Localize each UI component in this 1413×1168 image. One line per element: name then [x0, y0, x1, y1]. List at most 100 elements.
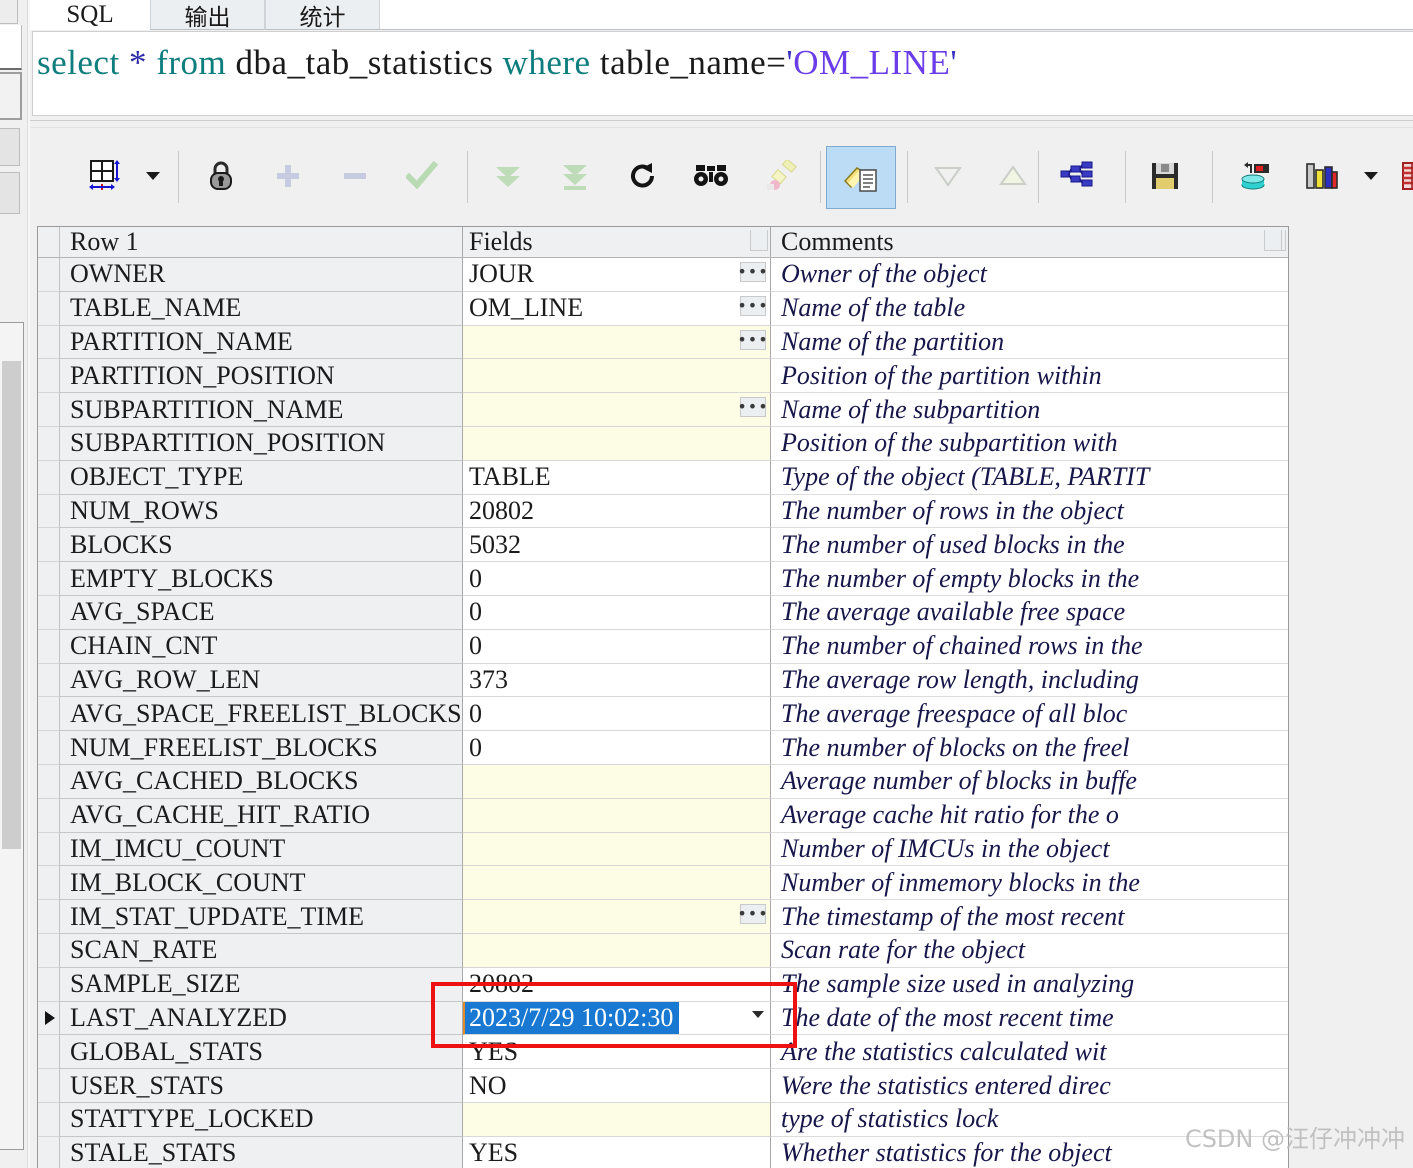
row-gutter[interactable]: [38, 461, 60, 495]
table-row[interactable]: STATTYPE_LOCKEDtype of statistics lock: [38, 1103, 1288, 1137]
scrollbar-thumb[interactable]: [2, 361, 21, 849]
row-gutter[interactable]: [38, 833, 60, 867]
save-floppy-icon[interactable]: [1140, 151, 1190, 201]
table-row[interactable]: PARTITION_POSITIONPosition of the partit…: [38, 359, 1288, 393]
row-gutter[interactable]: [38, 1069, 60, 1103]
field-value-cell[interactable]: OM_LINE•••: [463, 292, 771, 326]
table-row[interactable]: AVG_SPACE_FREELIST_BLOCKS0The average fr…: [38, 697, 1288, 731]
row-gutter[interactable]: [38, 427, 60, 461]
field-name-cell[interactable]: PARTITION_POSITION: [60, 359, 463, 393]
row-gutter[interactable]: [38, 731, 60, 765]
field-value-cell[interactable]: 5032: [463, 528, 771, 562]
table-row[interactable]: BLOCKS5032The number of used blocks in t…: [38, 528, 1288, 562]
row-gutter[interactable]: [38, 562, 60, 596]
field-name-cell[interactable]: TABLE_NAME: [60, 292, 463, 326]
field-name-cell[interactable]: SUBPARTITION_NAME: [60, 393, 463, 427]
tab-output[interactable]: 输出: [150, 0, 265, 30]
table-row[interactable]: EMPTY_BLOCKS0The number of empty blocks …: [38, 562, 1288, 596]
grid-layout-dropdown[interactable]: [145, 169, 161, 183]
field-value-cell[interactable]: 20802: [463, 495, 771, 529]
field-value-cell[interactable]: 0: [463, 630, 771, 664]
sql-editor[interactable]: select * from dba_tab_statistics where t…: [32, 31, 1413, 116]
table-row[interactable]: SUBPARTITION_POSITIONPosition of the sub…: [38, 427, 1288, 461]
field-value-cell[interactable]: TABLE: [463, 461, 771, 495]
cell-editor-ellipsis-button[interactable]: •••: [740, 904, 766, 924]
field-name-cell[interactable]: NUM_FREELIST_BLOCKS: [60, 731, 463, 765]
row-gutter[interactable]: [38, 765, 60, 799]
export-database-icon[interactable]: [1230, 151, 1280, 201]
row-gutter[interactable]: [38, 799, 60, 833]
table-row[interactable]: SAMPLE_SIZE20802The sample size used in …: [38, 968, 1288, 1002]
table-row[interactable]: IM_BLOCK_COUNTNumber of inmemory blocks …: [38, 866, 1288, 900]
field-value-cell[interactable]: •••: [463, 326, 771, 360]
column-header-fields[interactable]: Fields: [463, 227, 771, 257]
row-gutter[interactable]: [38, 528, 60, 562]
tab-sql[interactable]: SQL: [30, 0, 150, 30]
field-name-cell[interactable]: AVG_ROW_LEN: [60, 664, 463, 698]
table-row[interactable]: AVG_ROW_LEN373The average row length, in…: [38, 664, 1288, 698]
field-name-cell[interactable]: SAMPLE_SIZE: [60, 968, 463, 1002]
table-row[interactable]: PARTITION_NAME•••Name of the partition: [38, 326, 1288, 360]
left-vertical-scrollbar[interactable]: [0, 322, 24, 1150]
table-row[interactable]: OWNERJOUR•••Owner of the object: [38, 258, 1288, 292]
field-name-cell[interactable]: STATTYPE_LOCKED: [60, 1103, 463, 1137]
field-value-cell[interactable]: 2023/7/29 10:02:30: [463, 1002, 771, 1036]
row-gutter[interactable]: [38, 596, 60, 630]
field-name-cell[interactable]: IM_IMCU_COUNT: [60, 833, 463, 867]
field-value-cell[interactable]: NO: [463, 1069, 771, 1103]
row-gutter[interactable]: [38, 900, 60, 934]
field-name-cell[interactable]: SUBPARTITION_POSITION: [60, 427, 463, 461]
column-header-row[interactable]: Row 1: [60, 227, 463, 257]
field-value-cell[interactable]: [463, 833, 771, 867]
cell-editor-ellipsis-button[interactable]: •••: [740, 262, 766, 282]
chart-dropdown[interactable]: [1363, 169, 1379, 183]
field-value-cell[interactable]: [463, 359, 771, 393]
selected-cell-value[interactable]: 2023/7/29 10:02:30: [465, 1002, 679, 1034]
row-gutter[interactable]: [38, 664, 60, 698]
field-name-cell[interactable]: IM_STAT_UPDATE_TIME: [60, 900, 463, 934]
row-gutter[interactable]: [38, 697, 60, 731]
row-gutter[interactable]: [38, 1137, 60, 1168]
field-value-cell[interactable]: [463, 765, 771, 799]
field-name-cell[interactable]: LAST_ANALYZED: [60, 1002, 463, 1036]
column-header-comments[interactable]: Comments: [771, 227, 1288, 257]
field-name-cell[interactable]: AVG_CACHE_HIT_RATIO: [60, 799, 463, 833]
row-gutter[interactable]: [38, 1035, 60, 1069]
explain-plan-icon[interactable]: [1052, 151, 1102, 201]
row-gutter[interactable]: [38, 630, 60, 664]
table-row[interactable]: LAST_ANALYZED2023/7/29 10:02:30The date …: [38, 1002, 1288, 1036]
field-name-cell[interactable]: BLOCKS: [60, 528, 463, 562]
field-name-cell[interactable]: GLOBAL_STATS: [60, 1035, 463, 1069]
row-gutter[interactable]: [38, 359, 60, 393]
row-gutter[interactable]: [38, 292, 60, 326]
row-gutter[interactable]: [38, 495, 60, 529]
table-row[interactable]: NUM_FREELIST_BLOCKS0The number of blocks…: [38, 731, 1288, 765]
column-resize-handle-2[interactable]: [750, 230, 768, 251]
cell-dropdown-caret-icon[interactable]: [752, 1011, 764, 1018]
grid-data-icon[interactable]: [1392, 151, 1413, 201]
single-record-view-icon[interactable]: [826, 146, 896, 209]
field-name-cell[interactable]: USER_STATS: [60, 1069, 463, 1103]
column-resize-handle-3[interactable]: [1264, 230, 1282, 251]
field-value-cell[interactable]: [463, 1103, 771, 1137]
field-value-cell[interactable]: 20802: [463, 968, 771, 1002]
field-name-cell[interactable]: OWNER: [60, 258, 463, 292]
field-value-cell[interactable]: YES: [463, 1035, 771, 1069]
field-value-cell[interactable]: 0: [463, 596, 771, 630]
refresh-icon[interactable]: [618, 151, 668, 201]
single-record-grid[interactable]: Row 1 Fields Comments OWNERJOUR•••Owner …: [37, 226, 1289, 1168]
field-name-cell[interactable]: AVG_SPACE_FREELIST_BLOCKS: [60, 697, 463, 731]
lock-record-icon[interactable]: [196, 151, 246, 201]
tab-statistics[interactable]: 统计: [265, 0, 380, 30]
field-name-cell[interactable]: SCAN_RATE: [60, 934, 463, 968]
row-gutter[interactable]: [38, 258, 60, 292]
cell-editor-ellipsis-button[interactable]: •••: [740, 397, 766, 417]
cell-editor-ellipsis-button[interactable]: •••: [740, 330, 766, 350]
field-value-cell[interactable]: 0: [463, 562, 771, 596]
field-value-cell[interactable]: YES: [463, 1137, 771, 1168]
field-name-cell[interactable]: AVG_CACHED_BLOCKS: [60, 765, 463, 799]
field-value-cell[interactable]: •••: [463, 393, 771, 427]
field-name-cell[interactable]: STALE_STATS: [60, 1137, 463, 1168]
row-gutter[interactable]: [38, 934, 60, 968]
table-row[interactable]: IM_IMCU_COUNTNumber of IMCUs in the obje…: [38, 833, 1288, 867]
